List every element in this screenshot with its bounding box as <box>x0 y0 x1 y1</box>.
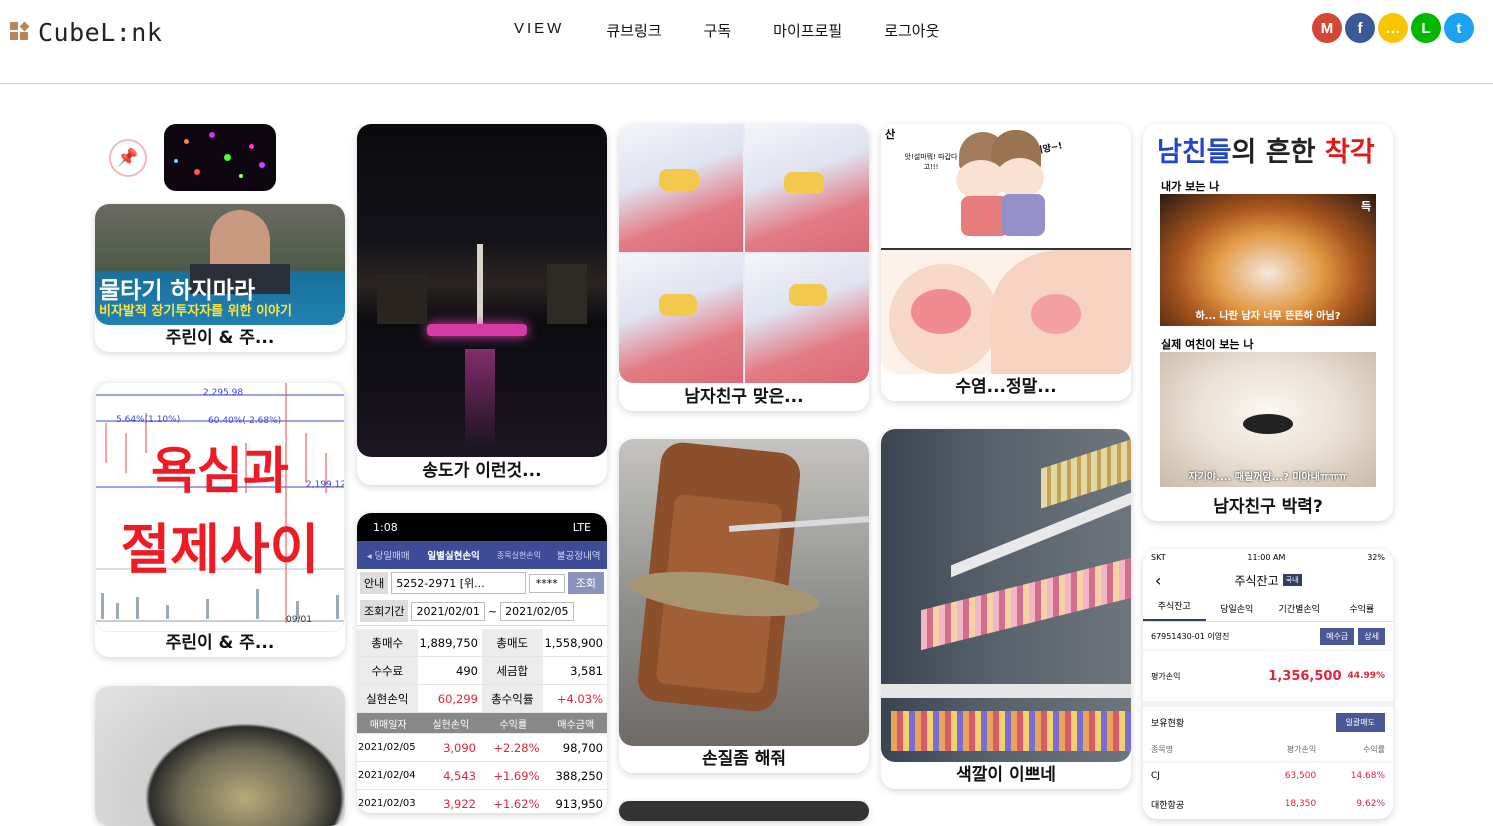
post-caption: 손질좀 해줘 <box>701 749 787 769</box>
post-caption: 남자친구 박력? <box>1213 497 1323 517</box>
post-image <box>95 686 345 826</box>
kakaotalk-icon[interactable]: … <box>1378 13 1408 43</box>
image-overlay-text: 절제사이 <box>120 518 320 581</box>
post-caption: 주린이 & 주... <box>165 633 275 653</box>
post-card[interactable]: 물타기 하지마라 비자발적 장기투자자를 위한 이야기 주린이 & 주... <box>95 204 345 352</box>
post-card[interactable] <box>619 801 869 821</box>
table-row: CJ 63,500 14.68% <box>1151 771 1386 781</box>
brand-logo[interactable]: CubeL:nk <box>10 17 163 47</box>
cube-logo-icon <box>10 21 30 42</box>
nav-view[interactable]: VIEW <box>514 20 564 44</box>
date-to-field[interactable]: 2021/02/05 <box>500 601 574 621</box>
social-share-bar: M f … L t <box>1312 13 1477 43</box>
twitter-icon[interactable]: t <box>1444 13 1474 43</box>
post-image <box>619 439 869 746</box>
post-card[interactable]: 남친들의 흔한 착각 내가 보는 나 하... 나란 남자 너무 뜬뜬하 아님?… <box>1143 124 1393 521</box>
post-image <box>357 124 607 457</box>
nav-cubelink[interactable]: 큐브링크 <box>606 20 661 44</box>
facebook-icon[interactable]: f <box>1345 13 1375 43</box>
post-caption: 수염...정말... <box>955 377 1057 397</box>
post-card[interactable]: 산 자기양~! 앗!설마뭐! 따갑다고!!! 수염...정말... <box>881 124 1131 401</box>
image-overlay-text: 비자발적 장기투자자를 위한 이야기 <box>99 304 292 319</box>
pinned-thumbnail[interactable] <box>164 124 276 191</box>
post-card[interactable]: 색깔이 이쁘네 <box>881 429 1131 789</box>
password-field[interactable]: **** <box>528 573 565 593</box>
table-row: 2021/02/03 3,922 +1.62% 913,950 <box>357 790 607 813</box>
brand-name: CubeL:nk <box>38 17 163 47</box>
table-row: 2021/02/05 3,090 +2.28% 98,700 <box>357 734 607 762</box>
post-card[interactable]: 남자친구 맞은... <box>619 124 869 411</box>
post-image: 2,295.98 5.64%(1.10%) 60.40%(-2.68%) 2,1… <box>95 382 345 632</box>
nav-my-profile[interactable]: 마이프로필 <box>773 20 842 44</box>
post-card[interactable]: SKT 11:00 AM 32% ‹ 주식잔고 국내 주식잔고 당일손익 기간별손익… <box>1143 549 1393 819</box>
query-button[interactable]: 조회 <box>567 572 604 594</box>
post-card[interactable]: 2,295.98 5.64%(1.10%) 60.40%(-2.68%) 2,1… <box>95 382 345 657</box>
post-image: SKT 11:00 AM 32% ‹ 주식잔고 국내 주식잔고 당일손익 기간별손익… <box>1143 549 1393 819</box>
nav-logout[interactable]: 로그아웃 <box>884 20 939 44</box>
tab-unfair[interactable]: 불공정내역 <box>550 548 607 562</box>
post-caption: 주린이 & 주... <box>165 328 275 348</box>
post-image: 남친들의 흔한 착각 내가 보는 나 하... 나란 남자 너무 뜬뜬하 아님?… <box>1143 124 1393 494</box>
summary-table: 총매수 1,889,750 총매도 1,558,900 수수료 490 세금합 3,581 … <box>357 629 607 813</box>
account-select[interactable]: 5252-2971 [위... <box>391 572 526 594</box>
post-image: 산 자기양~! 앗!설마뭐! 따갑다고!!! <box>881 124 1131 374</box>
post-card[interactable]: 송도가 이런것... <box>357 124 607 485</box>
pin-icon[interactable]: 📌 <box>109 139 147 177</box>
gmail-icon[interactable]: M <box>1312 13 1342 43</box>
tab-daily-trade[interactable]: ◂ 당일매매 <box>357 548 420 562</box>
image-overlay-text: 욕심과 <box>151 442 289 500</box>
post-card[interactable]: 손질좀 해줘 <box>619 439 869 773</box>
post-image: 물타기 하지마라 비자발적 장기투자자를 위한 이야기 <box>95 204 345 325</box>
back-icon[interactable]: ‹ <box>1155 571 1161 590</box>
tab-daily-pl[interactable]: 일별실현손익 <box>420 548 488 562</box>
main-nav: VIEW 큐브링크 구독 마이프로필 로그아웃 <box>500 20 981 44</box>
table-row: 대한항공 18,350 9.62% <box>1151 799 1386 811</box>
post-caption: 송도가 이런것... <box>422 461 542 481</box>
table-row: 2021/02/04 4,543 +1.69% 388,250 <box>357 762 607 790</box>
post-image <box>619 124 869 383</box>
post-caption: 남자친구 맞은... <box>684 387 804 407</box>
line-icon[interactable]: L <box>1411 13 1441 43</box>
post-card[interactable]: 1:08 LTE ◂ 당일매매 일별실현손익 종목실현손익 불공정내역 안내 5… <box>357 513 607 813</box>
date-from-field[interactable]: 2021/02/01 <box>411 601 485 621</box>
post-caption: 색깔이 이쁘네 <box>956 765 1056 785</box>
tab-item-pl[interactable]: 종목실현손익 <box>488 550 551 561</box>
post-image <box>881 429 1131 762</box>
post-card[interactable] <box>95 686 345 826</box>
post-image: 1:08 LTE ◂ 당일매매 일별실현손익 종목실현손익 불공정내역 안내 5… <box>357 513 607 813</box>
top-header: CubeL:nk VIEW 큐브링크 구독 마이프로필 로그아웃 M f … L… <box>0 0 1493 84</box>
nav-subscribe[interactable]: 구독 <box>704 20 732 44</box>
